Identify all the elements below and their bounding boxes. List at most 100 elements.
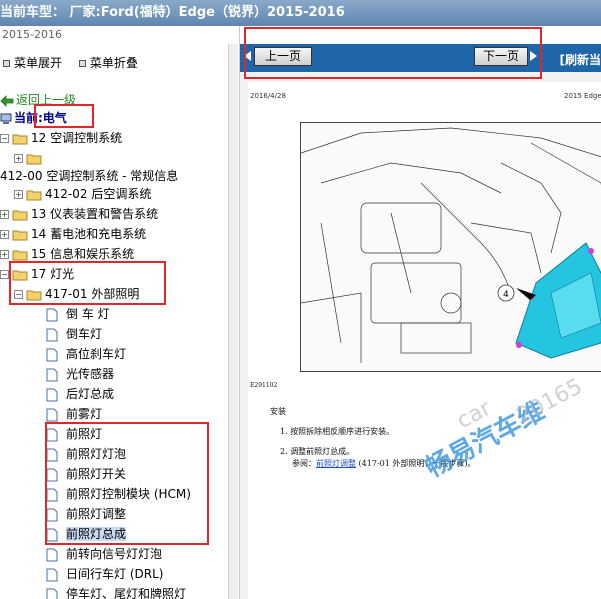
section-heading: 安装 [270,407,286,416]
manual-page: 2016/4/28 2015 Edge [ [248,82,601,599]
expand-icon[interactable]: + [0,250,9,259]
back-link[interactable]: 返回上一级 [16,93,76,107]
tree-leaf[interactable]: 前照灯 [46,424,102,444]
figure-code: E291102 [250,382,278,389]
headlamp-adjust-link[interactable]: 前照灯调整 [316,459,356,468]
collapse-icon[interactable]: − [0,134,9,143]
tree-leaf[interactable]: 前照灯开关 [46,464,126,484]
folder-icon [12,250,28,260]
current-location-label: 当前:电气 [14,111,67,125]
collapse-icon[interactable]: − [0,270,9,279]
document-icon [46,568,58,581]
tree-item-412-00[interactable]: 412-00 空调控制系统 - 常规信息 [0,166,178,186]
folder-icon [12,210,28,220]
tree-leaf-label: 前照灯 [66,427,103,441]
document-icon [46,428,58,441]
computer-icon [0,113,12,124]
page-nav-bar: 上一页 下一页 [刷新当 [240,44,601,72]
tree-item-15[interactable]: +15 信息和娱乐系统 [0,244,134,264]
expand-icon[interactable]: + [0,230,9,239]
tree-item-412-02[interactable]: +412-02 后空调系统 [14,184,151,204]
tree-leaf[interactable]: 光传感器 [46,364,114,384]
back-link-row[interactable]: 返回上一级 [0,90,76,110]
tree-item-label: 412-02 后空调系统 [45,187,152,201]
subtitle-text: 2015-2016 [2,28,62,41]
tree-item-label: 14 蓄电池和充电系统 [31,227,147,241]
document-icon [46,588,58,599]
engine-bay-illustration: 4 [301,127,601,363]
expand-icon[interactable]: + [14,190,23,199]
expand-all-icon [3,59,10,67]
window-title-bar: 当前车型： 厂家:Ford(福特）Edge（锐界）2015-2016 [0,0,601,26]
doc-header-right: 2015 Edge [ [564,92,601,100]
window-title: 当前车型： 厂家:Ford(福特）Edge（锐界）2015-2016 [0,5,345,20]
document-icon [46,468,58,481]
tree-leaf[interactable]: 倒 车 灯 [46,304,110,324]
tree-leaf-label: 前照灯开关 [66,467,127,481]
install-step-1: 1. 按照拆除相反顺序进行安装。 [280,427,395,436]
step-1-text: 按照拆除相反顺序进行安装。 [290,427,395,436]
document-icon [46,548,58,561]
tree-item-label: 12 空调控制系统 [31,131,123,145]
expand-icon[interactable]: + [0,210,9,219]
ref-prefix: 参阅： [292,459,316,468]
document-icon [46,408,58,421]
document-icon [46,348,58,361]
menu-collapse-button[interactable]: 菜单折叠 [90,56,138,70]
prev-arrow-icon [244,51,251,61]
tree-item-label: 17 灯光 [31,267,75,281]
navigation-tree-panel: 菜单展开 菜单折叠 返回上一级 当前:电气 − 12 空调控制系统 + 412-0… [0,44,224,599]
tree-leaf-selected[interactable]: 前照灯总成 [46,524,127,544]
tree-leaf-label: 前照灯控制模块 (HCM) [66,487,191,501]
tree-leaf-label: 前照灯总成 [66,527,127,541]
tree-leaf[interactable]: 倒车灯 [46,324,102,344]
tree-leaf-label: 前照灯调整 [66,507,127,521]
tree-leaf-label: 日间行车灯 (DRL) [66,567,164,581]
tree-leaf[interactable]: 后灯总成 [46,384,114,404]
tree-leaf-label: 前照灯灯泡 [66,447,127,461]
tree-leaf[interactable]: 停车灯、尾灯和牌照灯 [46,584,186,599]
folder-icon [26,190,42,200]
refresh-link[interactable]: [刷新当 [560,51,601,68]
tree-item-17[interactable]: − 17 灯光 [0,264,74,284]
document-viewer: 2016/4/28 2015 Edge [ [240,72,601,599]
tree-item-14[interactable]: +14 蓄电池和充电系统 [0,224,146,244]
tree-leaf[interactable]: 前照灯控制模块 (HCM) [46,484,191,504]
document-icon [46,448,58,461]
tree-item-12[interactable]: − 12 空调控制系统 [0,128,122,148]
folder-icon [12,230,28,240]
tree-scrollbar[interactable] [228,44,238,599]
tree-leaf[interactable]: 前照灯调整 [46,504,126,524]
expand-icon[interactable]: + [14,154,23,163]
prev-page-button[interactable]: 上一页 [254,47,312,66]
next-page-button[interactable]: 下一页 [474,47,528,66]
folder-open-icon [12,270,28,280]
tree-leaf[interactable]: 前照灯灯泡 [46,444,126,464]
document-icon [46,528,58,541]
tree-leaf[interactable]: 前雾灯 [46,404,102,424]
tree-leaf-label: 后灯总成 [66,387,115,401]
tree-leaf-label: 光传感器 [66,367,115,381]
document-icon [46,488,58,501]
tree-item-label: 13 仪表装置和警告系统 [31,207,159,221]
menu-expand-button[interactable]: 菜单展开 [14,56,62,70]
tree-item-13[interactable]: +13 仪表装置和警告系统 [0,204,158,224]
tree-item-blank[interactable]: + [14,148,45,168]
next-arrow-icon [530,51,537,61]
watermark-sub-2: 20165 [513,374,587,430]
step-2-text: 调整前照灯总成。 [290,447,355,456]
tree-leaf[interactable]: 日间行车灯 (DRL) [46,564,163,584]
document-icon [46,308,58,321]
tree-item-label: 15 信息和娱乐系统 [31,247,135,261]
tree-leaf-label: 前雾灯 [66,407,103,421]
tree-item-417-01[interactable]: − 417-01 外部照明 [14,284,139,304]
tree-leaf[interactable]: 前转向信号灯灯泡 [46,544,162,564]
doc-date: 2016/4/28 [250,92,286,100]
tree-item-label: 417-01 外部照明 [45,287,140,301]
back-arrow-icon [0,94,14,107]
tree-leaf-label: 前转向信号灯灯泡 [66,547,163,561]
left-panel-subtitle: 2015-2016 [0,26,224,44]
collapse-icon[interactable]: − [14,290,23,299]
tree-leaf-label: 高位刹车灯 [66,347,127,361]
tree-leaf[interactable]: 高位刹车灯 [46,344,126,364]
